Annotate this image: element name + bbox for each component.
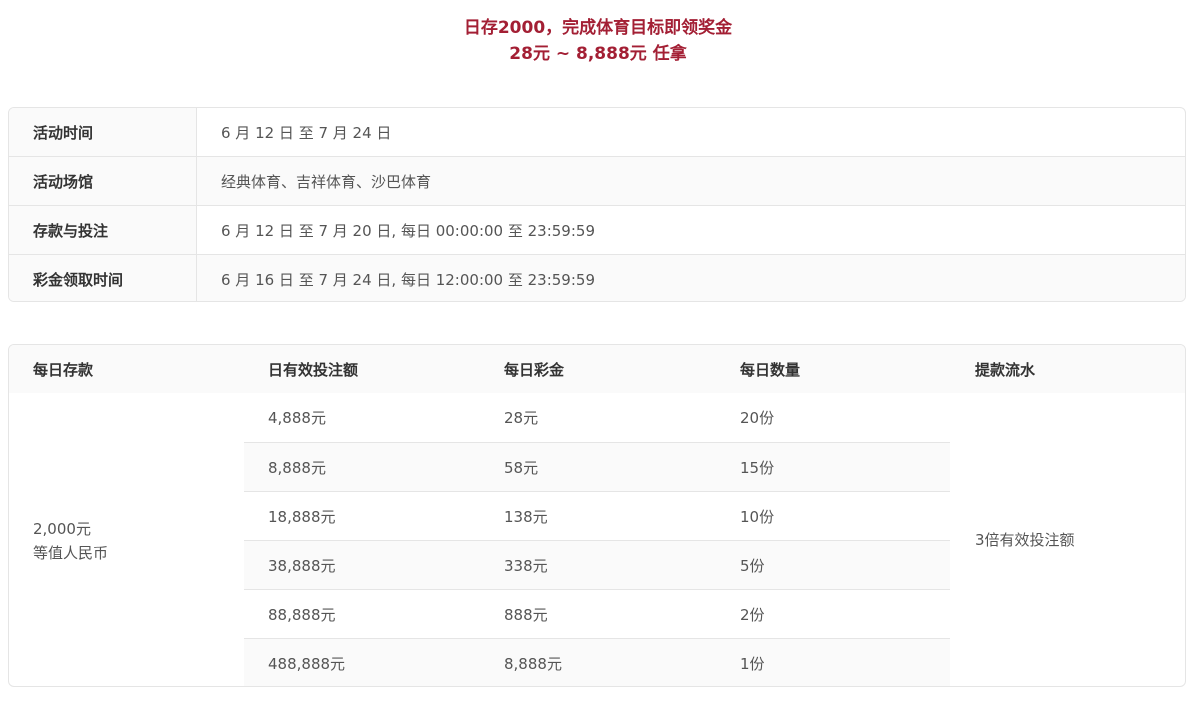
info-row-claim-time: 彩金领取时间 6 月 16 日 至 7 月 24 日, 每日 12:00:00 … <box>9 254 1185 301</box>
tier-quantity: 15份 <box>740 458 775 477</box>
info-row-venues: 活动场馆 经典体育、吉祥体育、沙巴体育 <box>9 156 1185 205</box>
info-row-time: 活动时间 6 月 12 日 至 7 月 24 日 <box>9 108 1185 156</box>
header-withdraw-turnover: 提款流水 <box>975 360 1036 379</box>
tier-bonus: 888元 <box>504 605 548 624</box>
tier-row: 4,888元 28元 20份 <box>244 393 950 442</box>
info-label: 活动场馆 <box>9 157 197 205</box>
headline-title: 日存2000，完成体育目标即领奖金 <box>463 18 733 38</box>
promo-headline: 日存2000，完成体育目标即领奖金 28元 ~ 8,888元 任拿 <box>0 15 1192 67</box>
tier-bonus: 28元 <box>504 409 539 427</box>
info-value: 6 月 12 日 至 7 月 20 日, 每日 00:00:00 至 23:59… <box>221 221 595 240</box>
info-label: 彩金领取时间 <box>9 255 197 301</box>
tier-bet: 38,888元 <box>268 556 336 575</box>
tier-quantity: 1份 <box>740 654 765 673</box>
tier-quantity: 5份 <box>740 556 765 575</box>
tier-bet: 88,888元 <box>268 605 336 624</box>
tier-bet: 488,888元 <box>268 654 346 673</box>
header-daily-valid-bet: 日有效投注额 <box>268 360 359 379</box>
tier-quantity: 10份 <box>740 507 775 526</box>
deposit-currency-note: 等值人民币 <box>33 544 109 562</box>
tier-bonus: 58元 <box>504 458 539 477</box>
reward-table: 每日存款 日有效投注额 每日彩金 每日数量 提款流水 2,000元 等值人民币 … <box>8 344 1186 687</box>
tier-bonus: 138元 <box>504 507 548 526</box>
info-row-deposit-bet: 存款与投注 6 月 12 日 至 7 月 20 日, 每日 00:00:00 至… <box>9 205 1185 254</box>
tier-bonus: 8,888元 <box>504 654 562 673</box>
headline-subtitle: 28元 ~ 8,888元 任拿 <box>509 44 687 64</box>
deposit-cell: 2,000元 等值人民币 <box>33 517 108 565</box>
info-label: 活动时间 <box>9 108 197 156</box>
tier-bonus: 338元 <box>504 556 548 575</box>
info-label: 存款与投注 <box>9 206 197 254</box>
tier-row: 488,888元 8,888元 1份 <box>244 638 950 686</box>
info-value: 6 月 12 日 至 7 月 24 日 <box>221 123 392 142</box>
turnover-cell: 3倍有效投注额 <box>975 531 1075 549</box>
tier-quantity: 20份 <box>740 409 775 427</box>
tier-row: 88,888元 888元 2份 <box>244 589 950 638</box>
tier-bet: 4,888元 <box>268 409 326 427</box>
tier-bet: 18,888元 <box>268 507 336 526</box>
reward-table-header: 每日存款 日有效投注额 每日彩金 每日数量 提款流水 <box>9 345 1185 393</box>
tier-row: 18,888元 138元 10份 <box>244 491 950 540</box>
info-value: 6 月 16 日 至 7 月 24 日, 每日 12:00:00 至 23:59… <box>221 270 595 289</box>
header-daily-deposit: 每日存款 <box>33 360 94 379</box>
tier-bet: 8,888元 <box>268 458 326 477</box>
tier-quantity: 2份 <box>740 605 765 624</box>
tier-row: 8,888元 58元 15份 <box>244 442 950 491</box>
activity-info-table: 活动时间 6 月 12 日 至 7 月 24 日 活动场馆 经典体育、吉祥体育、… <box>8 107 1186 302</box>
tier-row: 38,888元 338元 5份 <box>244 540 950 589</box>
deposit-amount: 2,000元 <box>33 520 91 538</box>
info-value: 经典体育、吉祥体育、沙巴体育 <box>221 172 432 191</box>
header-daily-bonus: 每日彩金 <box>504 360 565 379</box>
header-daily-quantity: 每日数量 <box>740 360 801 379</box>
